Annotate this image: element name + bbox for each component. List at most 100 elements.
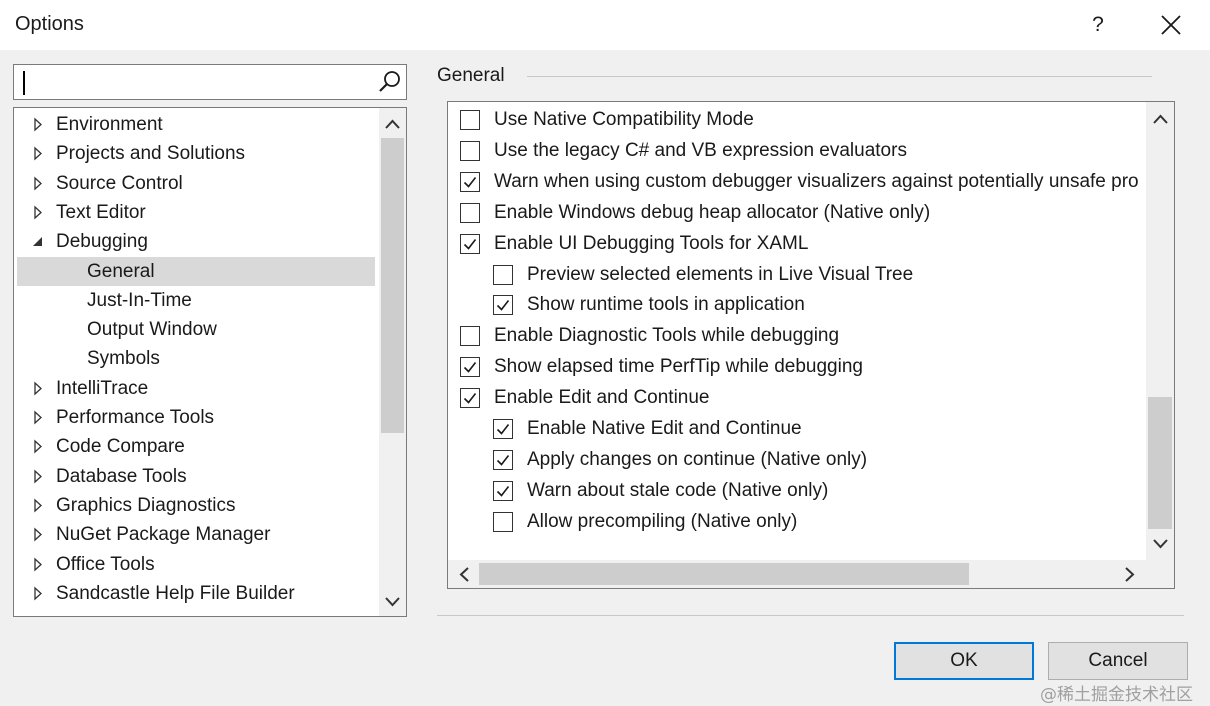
- checkmark-icon: [496, 300, 510, 312]
- checkbox-checked[interactable]: [460, 357, 480, 378]
- checkbox-unchecked[interactable]: [493, 264, 513, 285]
- section-heading: General: [437, 65, 505, 86]
- collapsed-arrow-icon[interactable]: [31, 491, 45, 520]
- tree-scrollbar-thumb[interactable]: [381, 138, 404, 433]
- tree-item-database-tools[interactable]: Database Tools: [17, 462, 375, 491]
- checkbox-checked[interactable]: [493, 295, 513, 316]
- tree-item-label: General: [87, 260, 155, 282]
- option-label: Warn when using custom debugger visualiz…: [494, 170, 1139, 192]
- tree-item-just-in-time[interactable]: Just-In-Time: [17, 286, 375, 315]
- collapsed-arrow-icon[interactable]: [31, 110, 45, 139]
- collapsed-arrow-icon[interactable]: [31, 374, 45, 403]
- checkmark-icon: [496, 424, 510, 435]
- tree-item-label: Database Tools: [56, 465, 187, 487]
- tree-vertical-scrollbar[interactable]: [379, 108, 406, 616]
- option-label: Enable Diagnostic Tools while debugging: [494, 325, 840, 347]
- checkbox-checked[interactable]: [493, 449, 513, 470]
- options-list[interactable]: Use Native Compatibility Mode Use the leg…: [447, 101, 1175, 589]
- tree-item-label: Office Tools: [56, 553, 155, 575]
- tree-item-intellitrace[interactable]: IntelliTrace: [17, 374, 375, 403]
- help-button[interactable]: ?: [1078, 8, 1118, 42]
- checkbox-unchecked[interactable]: [460, 110, 480, 130]
- options-vscroll-thumb[interactable]: [1148, 397, 1172, 529]
- collapsed-arrow-icon[interactable]: [31, 550, 45, 579]
- checkbox-unchecked[interactable]: [493, 511, 513, 532]
- option-label: Show runtime tools in application: [527, 294, 805, 316]
- window-title: Options: [15, 13, 84, 35]
- tree-item-label: Just-In-Time: [87, 289, 192, 311]
- tree-item-projects-and-solutions[interactable]: Projects and Solutions: [17, 139, 375, 168]
- checkmark-icon: [463, 238, 477, 250]
- tree-item-label: Performance Tools: [56, 407, 215, 428]
- checkbox-checked[interactable]: [460, 233, 480, 254]
- collapsed-arrow-icon[interactable]: [31, 579, 45, 608]
- option-label: Warn about stale code (Native only): [527, 479, 829, 501]
- scroll-left-icon[interactable]: [451, 561, 478, 588]
- option-label: Apply changes on continue (Native only): [527, 448, 868, 470]
- tree-item-label: Source Control: [56, 172, 183, 194]
- collapsed-arrow-icon[interactable]: [31, 198, 45, 227]
- checkbox-checked[interactable]: [460, 388, 480, 409]
- scroll-down-icon[interactable]: [379, 588, 406, 615]
- option-label: Enable Native Edit and Continue: [527, 418, 802, 439]
- collapsed-arrow-icon[interactable]: [31, 403, 45, 432]
- watermark: @稀土掘金技术社区: [1040, 685, 1193, 705]
- close-icon: [1161, 15, 1181, 35]
- cancel-button[interactable]: Cancel: [1048, 642, 1188, 680]
- scroll-down-icon[interactable]: [1147, 530, 1174, 557]
- option-label: Enable Windows debug heap allocator (Nat…: [494, 201, 931, 223]
- tree-item-office-tools[interactable]: Office Tools: [17, 550, 375, 579]
- collapsed-arrow-icon[interactable]: [31, 169, 45, 198]
- checkbox-checked[interactable]: [493, 480, 513, 501]
- collapsed-arrow-icon[interactable]: [31, 462, 45, 491]
- checkmark-icon: [463, 176, 477, 188]
- tree-item-symbols[interactable]: Symbols: [17, 344, 375, 373]
- scroll-up-icon[interactable]: [1147, 106, 1174, 133]
- checkbox-unchecked[interactable]: [460, 140, 480, 161]
- tree-item-general[interactable]: General: [17, 256, 375, 286]
- checkbox-unchecked[interactable]: [460, 326, 480, 347]
- checkmark-icon: [463, 362, 477, 373]
- checkmark-icon: [496, 485, 510, 497]
- tree-item-label: Graphics Diagnostics: [56, 494, 236, 516]
- checkmark-icon: [463, 393, 477, 404]
- expanded-arrow-icon[interactable]: [31, 227, 45, 256]
- checkbox-checked[interactable]: [460, 171, 480, 192]
- checkbox-unchecked[interactable]: [460, 202, 480, 223]
- tree-item-debugging[interactable]: Debugging: [17, 227, 375, 256]
- scroll-up-icon[interactable]: [379, 111, 406, 138]
- option-label: Use the legacy C# and VB expression eval…: [494, 139, 907, 161]
- option-label: Enable Edit and Continue: [494, 387, 710, 409]
- checkbox-checked[interactable]: [493, 419, 513, 439]
- tree-item-sandcastle-help-file-builder[interactable]: Sandcastle Help File Builder: [17, 579, 375, 608]
- search-box[interactable]: [13, 64, 407, 100]
- tree-item-label: NuGet Package Manager: [56, 524, 271, 546]
- tree-item-text-editor[interactable]: Text Editor: [17, 198, 375, 227]
- tree-item-code-compare[interactable]: Code Compare: [17, 432, 375, 461]
- collapsed-arrow-icon[interactable]: [31, 432, 45, 461]
- tree-item-environment[interactable]: Environment: [17, 110, 375, 139]
- section-divider: [527, 76, 1152, 77]
- search-input[interactable]: [22, 69, 372, 95]
- ok-button[interactable]: OK: [894, 642, 1034, 680]
- options-vertical-scrollbar[interactable]: [1146, 102, 1174, 560]
- collapsed-arrow-icon[interactable]: [31, 139, 45, 168]
- tree-item-source-control[interactable]: Source Control: [17, 169, 375, 198]
- tree-item-label: Output Window: [87, 319, 217, 341]
- tree-item-nuget-package-manager[interactable]: NuGet Package Manager: [17, 520, 375, 549]
- tree-item-label: IntelliTrace: [56, 377, 149, 399]
- tree-item-performance-tools[interactable]: Performance Tools: [17, 403, 375, 432]
- scrollbar-corner: [1146, 560, 1174, 588]
- options-horizontal-scrollbar[interactable]: [448, 560, 1146, 588]
- tree-item-label: Debugging: [56, 231, 148, 253]
- options-tree[interactable]: Environment Projects and Solutions Source …: [13, 107, 407, 617]
- tree-item-output-window[interactable]: Output Window: [17, 315, 375, 344]
- checkmark-icon: [496, 454, 510, 466]
- search-icon[interactable]: [376, 68, 404, 96]
- collapsed-arrow-icon[interactable]: [31, 520, 45, 549]
- tree-item-graphics-diagnostics[interactable]: Graphics Diagnostics: [17, 491, 375, 520]
- options-hscroll-thumb[interactable]: [479, 563, 969, 585]
- close-button[interactable]: [1150, 8, 1192, 42]
- bottom-divider: [437, 615, 1184, 616]
- scroll-right-icon[interactable]: [1116, 561, 1143, 588]
